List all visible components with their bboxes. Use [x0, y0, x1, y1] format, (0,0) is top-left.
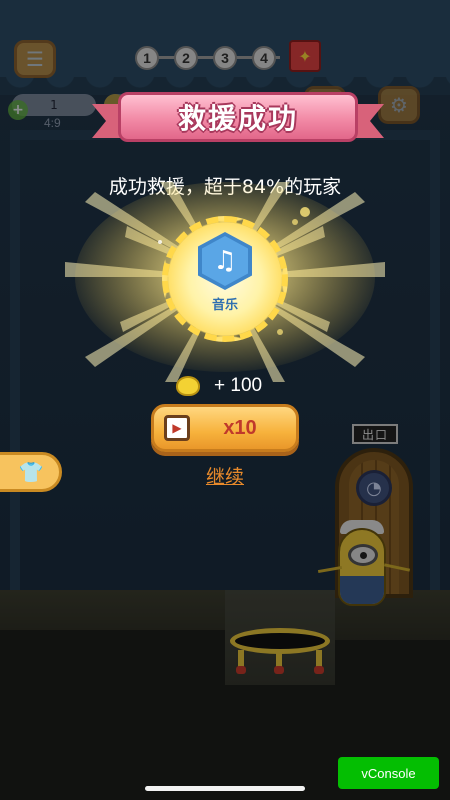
badge-label: 音乐 [211, 298, 238, 313]
wardrobe-button[interactable]: 👕 [0, 452, 62, 492]
vconsole-button[interactable]: vConsole [338, 757, 439, 789]
video-button-label: x10 [223, 416, 257, 439]
home-indicator[interactable] [145, 786, 305, 791]
ribbon-body: 救援成功 [118, 92, 358, 142]
shirt-icon: 👕 [18, 460, 44, 484]
continue-link[interactable]: 继续 [180, 462, 270, 489]
popup-title: 救援成功 [177, 102, 298, 135]
music-note-icon: ♫ [202, 236, 248, 286]
title-ribbon: 救援成功 [92, 92, 358, 148]
watch-video-multiply-button[interactable]: ▶ x10 [151, 404, 299, 452]
reward-amount: + 100 [214, 375, 263, 396]
coin-icon [176, 376, 200, 396]
